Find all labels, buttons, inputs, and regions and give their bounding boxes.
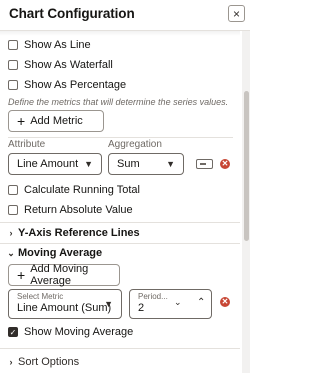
show-as-percentage-checkbox[interactable] xyxy=(8,80,18,90)
show-moving-average-option[interactable]: ✓ Show Moving Average xyxy=(8,326,133,338)
attribute-select[interactable]: Line Amount ▼ xyxy=(8,153,102,175)
calculate-running-total-option[interactable]: Calculate Running Total xyxy=(8,184,140,196)
add-moving-average-button[interactable]: + Add Moving Average xyxy=(8,263,120,287)
period-value: 2 xyxy=(138,302,145,314)
show-moving-average-checkbox[interactable]: ✓ xyxy=(8,327,18,337)
add-metric-button[interactable]: + Add Metric xyxy=(8,110,104,132)
sort-options-section[interactable]: › Sort Options xyxy=(0,352,240,372)
aggregation-select-value: Sum xyxy=(117,158,140,170)
scrollbar[interactable] xyxy=(242,31,250,373)
close-icon[interactable]: × xyxy=(228,5,245,22)
select-metric-label: Select Metric xyxy=(17,292,64,301)
show-as-waterfall-label: Show As Waterfall xyxy=(24,59,113,71)
show-as-waterfall-checkbox[interactable] xyxy=(8,60,18,70)
scrollbar-thumb[interactable] xyxy=(244,91,249,241)
period-stepper[interactable]: Period... 2 ⌄ ⌃ xyxy=(129,289,212,319)
plus-icon: + xyxy=(17,113,26,129)
select-metric-dropdown[interactable]: Select Metric Line Amount (Sum) ▼ xyxy=(8,289,122,319)
panel-title: Chart Configuration xyxy=(9,6,135,21)
calculate-running-total-checkbox[interactable] xyxy=(8,185,18,195)
panel-header: Chart Configuration × xyxy=(0,0,250,31)
show-moving-average-label: Show Moving Average xyxy=(24,326,134,338)
divider xyxy=(0,348,240,349)
metrics-hint: Define the metrics that will determine t… xyxy=(8,97,229,107)
show-as-line-checkbox[interactable] xyxy=(8,40,18,50)
moving-average-section[interactable]: ⌄ Moving Average xyxy=(0,243,240,263)
divider xyxy=(8,137,233,138)
chevron-down-icon: ▼ xyxy=(84,159,93,169)
return-absolute-value-option[interactable]: Return Absolute Value xyxy=(8,204,133,216)
aggregation-column-label: Aggregation xyxy=(108,139,162,150)
calculate-running-total-label: Calculate Running Total xyxy=(24,184,140,196)
aggregation-select[interactable]: Sum ▼ xyxy=(108,153,184,175)
chevron-right-icon: › xyxy=(9,228,13,238)
attribute-select-value: Line Amount xyxy=(17,158,79,170)
remove-moving-average-icon[interactable]: ✕ xyxy=(220,297,230,307)
add-moving-average-label: Add Moving Average xyxy=(30,263,89,287)
chevron-down-icon: ⌄ xyxy=(7,247,15,258)
chevron-down-icon: ▼ xyxy=(166,159,175,169)
y-axis-reference-lines-section[interactable]: › Y-Axis Reference Lines xyxy=(0,223,240,243)
show-as-line-label: Show As Line xyxy=(24,39,91,51)
y-axis-reference-lines-title: Y-Axis Reference Lines xyxy=(18,227,140,239)
plus-icon: + xyxy=(17,267,26,283)
return-absolute-value-checkbox[interactable] xyxy=(8,205,18,215)
chevron-right-icon: › xyxy=(9,357,13,367)
return-absolute-value-label: Return Absolute Value xyxy=(24,204,133,216)
select-metric-value: Line Amount (Sum) xyxy=(17,302,112,314)
remove-metric-icon[interactable]: ✕ xyxy=(220,159,230,169)
chevron-down-icon[interactable]: ⌄ xyxy=(174,297,182,308)
attribute-column-label: Attribute xyxy=(8,139,46,150)
add-metric-label: Add Metric xyxy=(30,115,83,127)
show-as-percentage-label: Show As Percentage xyxy=(24,79,127,91)
series-options-icon[interactable] xyxy=(196,159,213,169)
sort-options-title: Sort Options xyxy=(18,356,80,368)
moving-average-title: Moving Average xyxy=(18,247,103,259)
chevron-up-icon[interactable]: ⌃ xyxy=(197,297,205,308)
show-as-waterfall-option[interactable]: Show As Waterfall xyxy=(8,59,113,71)
show-as-percentage-option[interactable]: Show As Percentage xyxy=(8,79,126,91)
show-as-line-option[interactable]: Show As Line xyxy=(8,39,91,51)
chevron-down-icon: ▼ xyxy=(104,299,113,309)
period-label: Period... xyxy=(138,292,168,301)
